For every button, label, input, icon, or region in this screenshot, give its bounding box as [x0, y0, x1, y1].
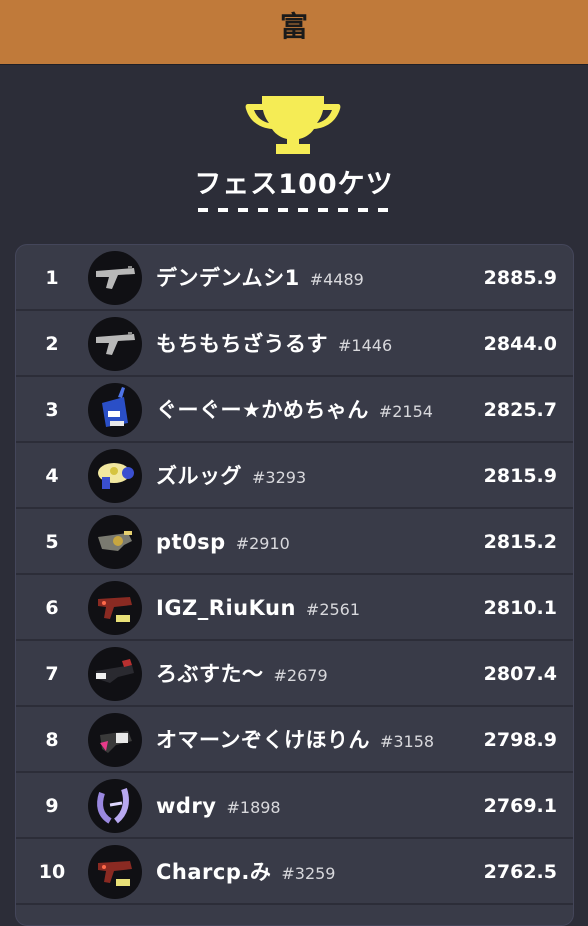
player-name: pt0sp	[156, 530, 226, 554]
top-bar: 富	[0, 0, 588, 65]
player-tag: #2154	[378, 402, 433, 421]
red-shooter-icon	[88, 845, 142, 899]
player-name: ろぶすた〜	[156, 662, 264, 686]
leaderboard-title: フェス100ケツ	[194, 169, 394, 200]
player-tag: #3293	[252, 468, 307, 487]
red-shooter-icon	[88, 581, 142, 635]
rank-number: 5	[45, 531, 59, 553]
brass-blaster-icon	[88, 515, 142, 569]
gray-rifle-icon	[88, 251, 142, 305]
player-tag: #3259	[281, 864, 336, 883]
rank-number: 8	[45, 729, 59, 751]
leaderboard-row[interactable]: 3 ぐーぐー★かめちゃん #2154 2825.7	[16, 377, 573, 443]
header-title: 富	[279, 10, 308, 43]
pink-shooter-icon	[88, 713, 142, 767]
leaderboard-list: 1 デンデンムシ1 #4489 2885.9 2 もちもちざうるす #1446 28…	[15, 244, 574, 926]
player-score: 2885.9	[483, 267, 557, 289]
leaderboard-row[interactable]: 8 オマーンぞくけほりん #3158 2798.9	[16, 707, 573, 773]
rank-number: 2	[45, 333, 59, 355]
player-name: Charcp.み	[156, 860, 272, 884]
blue-bucket-icon	[88, 383, 142, 437]
gray-rifle-icon	[88, 317, 142, 371]
player-score: 2844.0	[483, 333, 557, 355]
leaderboard-row[interactable]: 6 IGZ_RiuKun #2561 2810.1	[16, 575, 573, 641]
player-score: 2810.1	[483, 597, 557, 619]
trophy-icon	[245, 96, 341, 154]
purple-stringer-icon	[88, 779, 142, 833]
player-score: 2815.2	[483, 531, 557, 553]
leaderboard-row[interactable]: 10 Charcp.み #3259 2762.5	[16, 839, 573, 905]
rank-number: 9	[45, 795, 59, 817]
player-score: 2825.7	[483, 399, 557, 421]
player-name: もちもちざうるす	[156, 332, 328, 356]
leaderboard-row[interactable]: 9 wdry #1898 2769.1	[16, 773, 573, 839]
rank-number: 7	[45, 663, 59, 685]
player-name: IGZ_RiuKun	[156, 596, 296, 620]
title-dashed-underline	[198, 208, 390, 212]
player-score: 2815.9	[483, 465, 557, 487]
leaderboard-row[interactable]: 1 デンデンムシ1 #4489 2885.9	[16, 245, 573, 311]
player-name: ぐーぐー★かめちゃん	[156, 398, 369, 422]
rank-number: 3	[45, 399, 59, 421]
player-tag: #1446	[338, 336, 393, 355]
player-name: ズルッグ	[156, 464, 242, 488]
player-score: 2769.1	[483, 795, 557, 817]
player-score: 2762.5	[483, 861, 557, 883]
player-tag: #2561	[305, 600, 361, 619]
player-name: オマーンぞくけほりん	[156, 728, 370, 752]
rank-number: 10	[38, 861, 66, 883]
rank-number: 6	[45, 597, 59, 619]
dark-shooter-icon	[88, 647, 142, 701]
leaderboard-row[interactable]: 7 ろぶすた〜 #2679 2807.4	[16, 641, 573, 707]
player-tag: #4489	[309, 270, 364, 289]
player-score: 2807.4	[483, 663, 557, 685]
player-tag: #3158	[379, 732, 435, 751]
player-tag: #2679	[273, 666, 328, 685]
leaderboard-row[interactable]: 4 ズルッグ #3293 2815.9	[16, 443, 573, 509]
rank-number: 1	[45, 267, 59, 289]
leaderboard-row[interactable]: 5 pt0sp #2910 2815.2	[16, 509, 573, 575]
player-name: wdry	[156, 794, 217, 818]
leaderboard-row[interactable]: 2 もちもちざうるす #1446 2844.0	[16, 311, 573, 377]
rank-number: 4	[45, 465, 59, 487]
yellow-blaster-icon	[88, 449, 142, 503]
player-name: デンデンムシ1	[156, 266, 300, 290]
player-tag: #2910	[235, 534, 290, 553]
player-tag: #1898	[226, 798, 281, 817]
player-score: 2798.9	[483, 729, 557, 751]
